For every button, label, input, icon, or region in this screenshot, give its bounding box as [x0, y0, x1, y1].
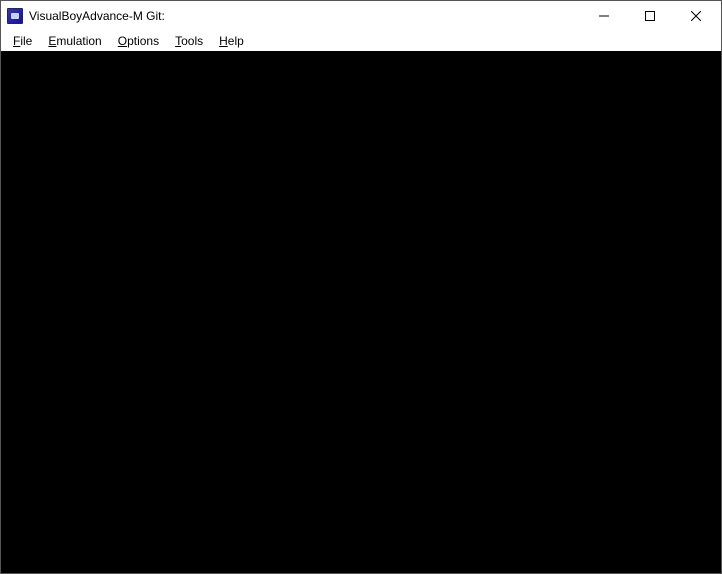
window-title: VisualBoyAdvance-M Git: [29, 9, 581, 23]
maximize-icon [645, 11, 655, 21]
menu-emulation[interactable]: Emulation [40, 33, 109, 49]
minimize-icon [599, 11, 609, 21]
close-button[interactable] [673, 1, 719, 31]
menu-help[interactable]: Help [211, 33, 252, 49]
menu-tools[interactable]: Tools [167, 33, 211, 49]
close-icon [691, 11, 701, 21]
menu-file[interactable]: File [5, 33, 40, 49]
window-controls [581, 1, 719, 31]
titlebar: VisualBoyAdvance-M Git: [1, 1, 721, 31]
maximize-button[interactable] [627, 1, 673, 31]
app-icon [7, 8, 23, 24]
menubar: File Emulation Options Tools Help [1, 31, 721, 51]
emulator-viewport [1, 51, 721, 573]
menu-options[interactable]: Options [110, 33, 167, 49]
minimize-button[interactable] [581, 1, 627, 31]
